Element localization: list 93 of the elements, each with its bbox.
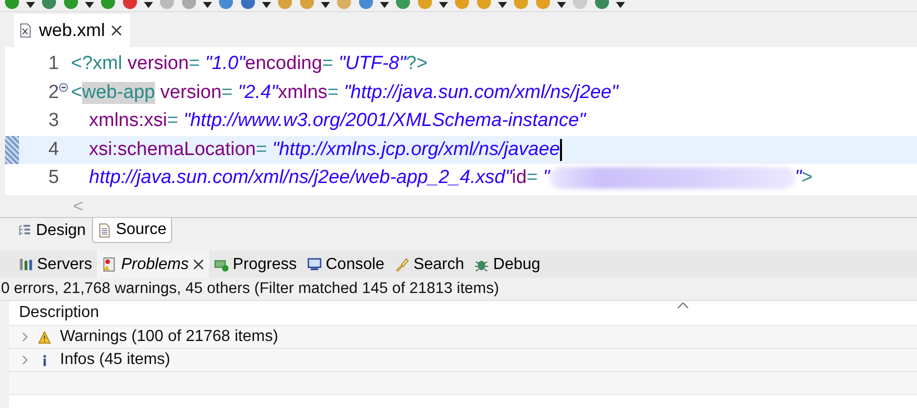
toolbar-icon[interactable] [299,0,315,11]
tree-row[interactable]: Infos (45 items) [9,348,917,371]
view-tab[interactable]: Problems [97,251,209,278]
caret-icon[interactable] [321,2,330,8]
toolbar-icon[interactable] [454,0,470,11]
code-token: http://java.sun.com/xml/ns/j2ee/web-app_2_4.xsd" [89,167,512,190]
code-token: xmlns [278,82,328,104]
toolbar-icon[interactable] [395,0,411,11]
code-token: xsi:schemaLocation [89,138,256,161]
line-number: 5 [47,167,59,190]
collapsed-icon[interactable] [21,332,29,342]
code-token: encoding [245,53,322,76]
code-token: = [327,82,340,104]
close-icon[interactable] [192,259,204,270]
code-token: ?> [406,53,428,76]
code-token: "1.0" [205,53,246,76]
caret-icon[interactable] [144,2,153,8]
toolbar-icon[interactable] [41,0,57,11]
text-cursor [560,138,562,161]
line-number: 4 [47,138,59,161]
caret-icon[interactable] [498,2,507,8]
servers-icon [18,257,33,272]
toolbar-icon[interactable] [122,0,138,11]
view-tab[interactable]: Servers [13,251,98,278]
view-tab[interactable]: Console [302,251,390,278]
code-token: " [543,167,550,190]
code-editor[interactable] [5,47,917,195]
toolbar-icon[interactable] [476,0,492,11]
code-token: < [71,82,82,104]
console-icon [306,257,322,272]
caret-icon[interactable] [203,2,212,8]
toolbar-icon[interactable] [535,0,551,11]
line-number: 1 [47,53,59,76]
view-tab[interactable]: Debug [469,251,546,278]
toolbar-icon[interactable] [4,0,20,11]
code-token: <? [71,53,93,76]
caret-icon[interactable] [616,2,625,8]
flashlight-icon [394,257,410,272]
tree-row[interactable]: Warnings (100 of 21768 items) [9,325,917,348]
toolbar-icon[interactable] [100,0,116,11]
toolbar-icon[interactable] [181,0,197,11]
code-token: xml [92,53,122,76]
code-token: version [126,53,189,76]
caret-icon[interactable] [85,2,94,8]
caret-icon[interactable] [380,2,389,8]
toolbar-icon[interactable] [358,0,374,11]
code-token: id [512,167,527,190]
line-number: 3 [47,110,59,132]
code-token: web-app [82,82,155,104]
toolbar-icon[interactable] [594,0,610,11]
code-token: "2.4" [238,82,278,104]
close-icon[interactable] [111,25,122,36]
column-header[interactable]: Description [19,304,100,322]
outline-icon [17,223,32,238]
code-token: " [794,167,802,190]
sort-icon[interactable] [677,301,689,309]
code-token: "http://java.sun.com/xml/ns/j2ee" [344,82,618,104]
code-token: = [322,53,334,76]
caret-icon[interactable] [26,2,35,8]
view-tab[interactable]: Search [389,251,470,278]
line-number: 2 [47,82,59,104]
code-token: = [188,53,201,76]
tree-label: Infos (45 items) [60,351,170,369]
caret-icon[interactable] [439,2,448,8]
toolbar-icon[interactable] [277,0,293,11]
code-token: version [159,82,222,104]
caret-icon[interactable] [262,2,271,8]
code-token: "UTF-8" [338,53,406,76]
editor-mode-tab[interactable]: Design [13,218,90,243]
code-token: = [256,138,268,161]
collapse-icon[interactable] [59,82,68,92]
code-token: "http://xmlns.jcp.org/xml/ns/javaee [272,138,560,161]
toolbar-icon[interactable] [240,0,256,11]
warning-icon [37,330,52,344]
code-token: xmlns:xsi [89,110,168,132]
tree-label: Warnings (100 of 21768 items) [60,328,278,346]
editor-tab[interactable]: web.xml [14,14,130,47]
toolbar-icon[interactable] [417,0,433,11]
toolbar-icon[interactable] [513,0,529,11]
code-token: = [526,167,539,190]
toolbar-icon[interactable] [63,0,79,11]
toolbar-icon[interactable] [218,0,234,11]
page-icon [96,222,112,238]
code-token: > [802,167,813,190]
caret-icon[interactable] [557,2,566,8]
xml-file-icon [18,23,33,38]
editor-mode-tab[interactable]: Source [92,218,172,243]
code-token: "http://www.w3.org/2001/XMLSchema-instance" [184,110,586,132]
view-tab[interactable]: Progress [208,251,302,278]
collapsed-icon[interactable] [21,355,29,365]
code-token: = [222,82,234,104]
problems-icon [102,257,118,272]
code-token: = [167,110,180,132]
